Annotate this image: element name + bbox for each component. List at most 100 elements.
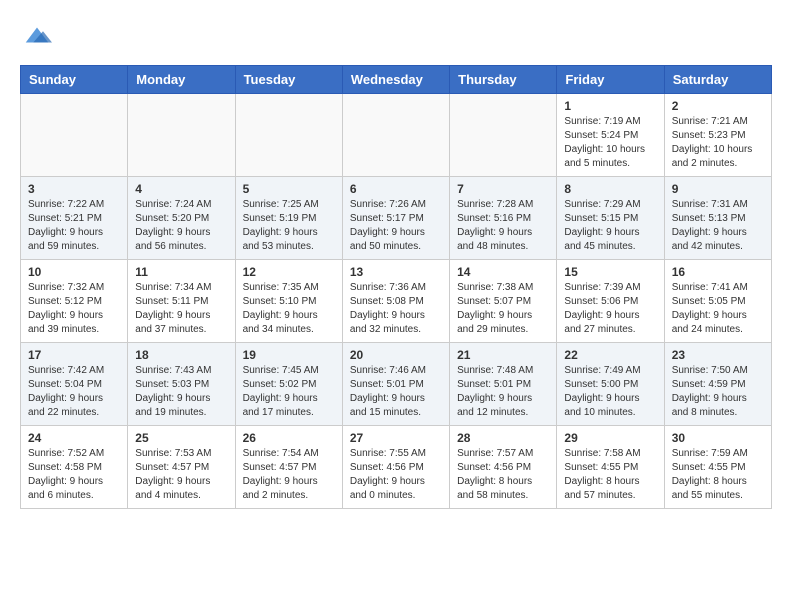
day-number: 3	[28, 182, 120, 196]
day-number: 23	[672, 348, 764, 362]
calendar-cell: 10 Sunrise: 7:32 AM Sunset: 5:12 PM Dayli…	[21, 260, 128, 343]
day-info: Sunrise: 7:29 AM Sunset: 5:15 PM Dayligh…	[564, 198, 656, 254]
calendar-cell: 28 Sunrise: 7:57 AM Sunset: 4:56 PM Dayli…	[450, 426, 557, 509]
day-info: Sunrise: 7:19 AM Sunset: 5:24 PM Dayligh…	[564, 115, 656, 171]
day-info: Sunrise: 7:36 AM Sunset: 5:08 PM Dayligh…	[350, 281, 442, 337]
day-info: Sunrise: 7:35 AM Sunset: 5:10 PM Dayligh…	[243, 281, 335, 337]
calendar-header-row: SundayMondayTuesdayWednesdayThursdayFrid…	[21, 66, 772, 94]
day-info: Sunrise: 7:57 AM Sunset: 4:56 PM Dayligh…	[457, 447, 549, 503]
day-number: 2	[672, 99, 764, 113]
day-number: 21	[457, 348, 549, 362]
calendar-day-header: Friday	[557, 66, 664, 94]
calendar-cell: 14 Sunrise: 7:38 AM Sunset: 5:07 PM Dayli…	[450, 260, 557, 343]
calendar-cell: 9 Sunrise: 7:31 AM Sunset: 5:13 PM Daylig…	[664, 177, 771, 260]
day-number: 9	[672, 182, 764, 196]
day-info: Sunrise: 7:24 AM Sunset: 5:20 PM Dayligh…	[135, 198, 227, 254]
day-info: Sunrise: 7:54 AM Sunset: 4:57 PM Dayligh…	[243, 447, 335, 503]
calendar-day-header: Sunday	[21, 66, 128, 94]
day-info: Sunrise: 7:25 AM Sunset: 5:19 PM Dayligh…	[243, 198, 335, 254]
calendar-cell: 18 Sunrise: 7:43 AM Sunset: 5:03 PM Dayli…	[128, 343, 235, 426]
day-info: Sunrise: 7:28 AM Sunset: 5:16 PM Dayligh…	[457, 198, 549, 254]
calendar-cell: 2 Sunrise: 7:21 AM Sunset: 5:23 PM Daylig…	[664, 94, 771, 177]
day-number: 12	[243, 265, 335, 279]
calendar-cell: 27 Sunrise: 7:55 AM Sunset: 4:56 PM Dayli…	[342, 426, 449, 509]
day-number: 6	[350, 182, 442, 196]
calendar-day-header: Saturday	[664, 66, 771, 94]
calendar-cell: 30 Sunrise: 7:59 AM Sunset: 4:55 PM Dayli…	[664, 426, 771, 509]
day-info: Sunrise: 7:50 AM Sunset: 4:59 PM Dayligh…	[672, 364, 764, 420]
calendar-cell: 8 Sunrise: 7:29 AM Sunset: 5:15 PM Daylig…	[557, 177, 664, 260]
day-info: Sunrise: 7:34 AM Sunset: 5:11 PM Dayligh…	[135, 281, 227, 337]
day-number: 27	[350, 431, 442, 445]
calendar-week-row: 1 Sunrise: 7:19 AM Sunset: 5:24 PM Daylig…	[21, 94, 772, 177]
day-number: 10	[28, 265, 120, 279]
day-number: 29	[564, 431, 656, 445]
calendar-cell: 4Sunrise: 7:24 AM Sunset: 5:20 PM Daylig…	[128, 177, 235, 260]
day-info: Sunrise: 7:31 AM Sunset: 5:13 PM Dayligh…	[672, 198, 764, 254]
calendar-cell: 19Sunrise: 7:45 AM Sunset: 5:02 PM Dayli…	[235, 343, 342, 426]
logo-icon	[22, 20, 52, 50]
calendar-cell: 16 Sunrise: 7:41 AM Sunset: 5:05 PM Dayli…	[664, 260, 771, 343]
day-info: Sunrise: 7:49 AM Sunset: 5:00 PM Dayligh…	[564, 364, 656, 420]
day-number: 18	[135, 348, 227, 362]
day-info: Sunrise: 7:55 AM Sunset: 4:56 PM Dayligh…	[350, 447, 442, 503]
logo	[20, 20, 52, 55]
calendar-cell	[235, 94, 342, 177]
calendar-cell: 5Sunrise: 7:25 AM Sunset: 5:19 PM Daylig…	[235, 177, 342, 260]
calendar-week-row: 24 Sunrise: 7:52 AM Sunset: 4:58 PM Dayli…	[21, 426, 772, 509]
day-number: 1	[564, 99, 656, 113]
calendar-cell	[21, 94, 128, 177]
calendar-cell: 13 Sunrise: 7:36 AM Sunset: 5:08 PM Dayli…	[342, 260, 449, 343]
day-info: Sunrise: 7:32 AM Sunset: 5:12 PM Dayligh…	[28, 281, 120, 337]
day-info: Sunrise: 7:41 AM Sunset: 5:05 PM Dayligh…	[672, 281, 764, 337]
day-info: Sunrise: 7:26 AM Sunset: 5:17 PM Dayligh…	[350, 198, 442, 254]
day-info: Sunrise: 7:53 AM Sunset: 4:57 PM Dayligh…	[135, 447, 227, 503]
day-info: Sunrise: 7:58 AM Sunset: 4:55 PM Dayligh…	[564, 447, 656, 503]
calendar-table: SundayMondayTuesdayWednesdayThursdayFrid…	[20, 65, 772, 509]
page-header	[20, 20, 772, 55]
day-info: Sunrise: 7:48 AM Sunset: 5:01 PM Dayligh…	[457, 364, 549, 420]
day-info: Sunrise: 7:42 AM Sunset: 5:04 PM Dayligh…	[28, 364, 120, 420]
day-number: 11	[135, 265, 227, 279]
day-info: Sunrise: 7:46 AM Sunset: 5:01 PM Dayligh…	[350, 364, 442, 420]
day-number: 30	[672, 431, 764, 445]
calendar-cell: 24 Sunrise: 7:52 AM Sunset: 4:58 PM Dayli…	[21, 426, 128, 509]
day-info: Sunrise: 7:43 AM Sunset: 5:03 PM Dayligh…	[135, 364, 227, 420]
calendar-cell: 21 Sunrise: 7:48 AM Sunset: 5:01 PM Dayli…	[450, 343, 557, 426]
calendar-day-header: Tuesday	[235, 66, 342, 94]
day-number: 15	[564, 265, 656, 279]
calendar-cell: 3 Sunrise: 7:22 AM Sunset: 5:21 PM Daylig…	[21, 177, 128, 260]
day-number: 8	[564, 182, 656, 196]
day-info: Sunrise: 7:59 AM Sunset: 4:55 PM Dayligh…	[672, 447, 764, 503]
calendar-cell: 7 Sunrise: 7:28 AM Sunset: 5:16 PM Daylig…	[450, 177, 557, 260]
calendar-week-row: 17 Sunrise: 7:42 AM Sunset: 5:04 PM Dayli…	[21, 343, 772, 426]
calendar-cell: 1 Sunrise: 7:19 AM Sunset: 5:24 PM Daylig…	[557, 94, 664, 177]
day-number: 22	[564, 348, 656, 362]
calendar-cell: 15Sunrise: 7:39 AM Sunset: 5:06 PM Dayli…	[557, 260, 664, 343]
day-number: 28	[457, 431, 549, 445]
day-info: Sunrise: 7:22 AM Sunset: 5:21 PM Dayligh…	[28, 198, 120, 254]
day-number: 14	[457, 265, 549, 279]
calendar-day-header: Monday	[128, 66, 235, 94]
calendar-cell	[128, 94, 235, 177]
day-number: 16	[672, 265, 764, 279]
day-info: Sunrise: 7:45 AM Sunset: 5:02 PM Dayligh…	[243, 364, 335, 420]
day-info: Sunrise: 7:21 AM Sunset: 5:23 PM Dayligh…	[672, 115, 764, 171]
calendar-cell: 20 Sunrise: 7:46 AM Sunset: 5:01 PM Dayli…	[342, 343, 449, 426]
calendar-week-row: 3 Sunrise: 7:22 AM Sunset: 5:21 PM Daylig…	[21, 177, 772, 260]
day-number: 13	[350, 265, 442, 279]
calendar-cell: 26Sunrise: 7:54 AM Sunset: 4:57 PM Dayli…	[235, 426, 342, 509]
day-info: Sunrise: 7:52 AM Sunset: 4:58 PM Dayligh…	[28, 447, 120, 503]
day-number: 17	[28, 348, 120, 362]
day-number: 25	[135, 431, 227, 445]
calendar-cell: 6 Sunrise: 7:26 AM Sunset: 5:17 PM Daylig…	[342, 177, 449, 260]
calendar-cell	[342, 94, 449, 177]
day-info: Sunrise: 7:38 AM Sunset: 5:07 PM Dayligh…	[457, 281, 549, 337]
calendar-cell: 17 Sunrise: 7:42 AM Sunset: 5:04 PM Dayli…	[21, 343, 128, 426]
calendar-day-header: Thursday	[450, 66, 557, 94]
calendar-day-header: Wednesday	[342, 66, 449, 94]
calendar-cell: 12 Sunrise: 7:35 AM Sunset: 5:10 PM Dayli…	[235, 260, 342, 343]
day-number: 20	[350, 348, 442, 362]
day-number: 24	[28, 431, 120, 445]
day-number: 7	[457, 182, 549, 196]
